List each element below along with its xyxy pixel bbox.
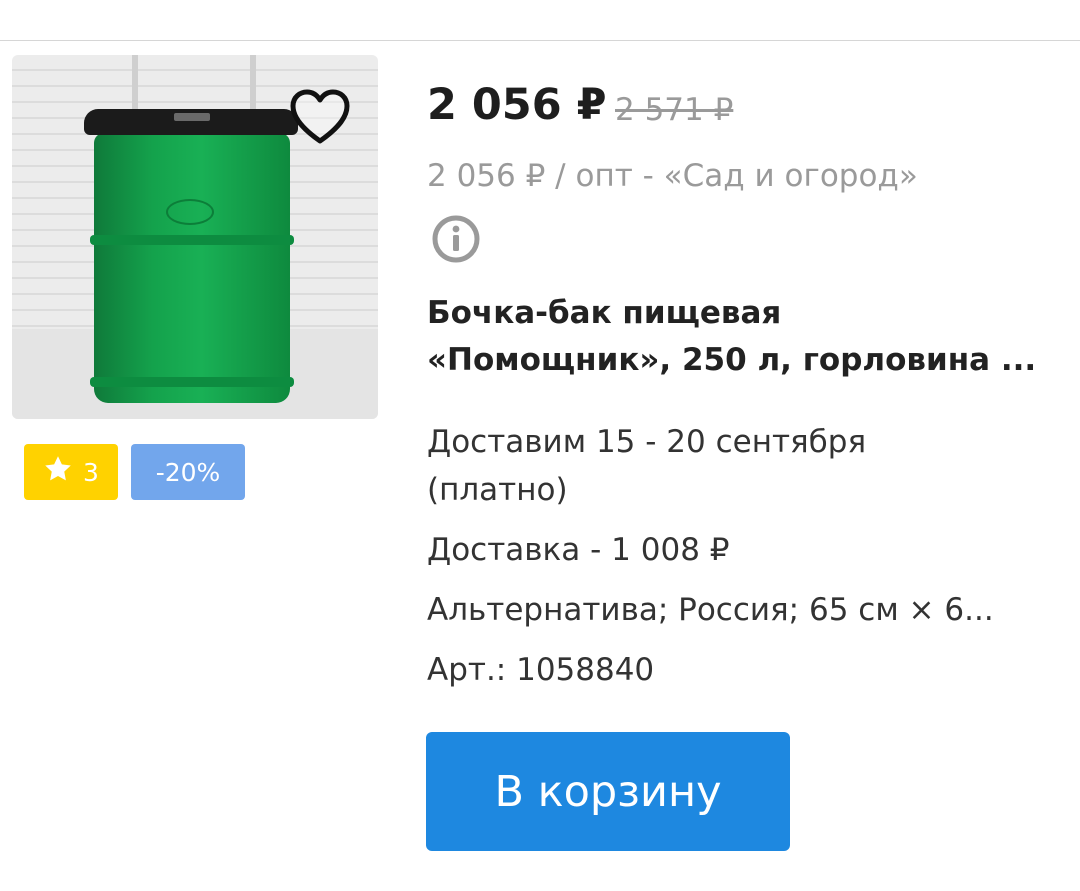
barrel-rib [90,235,294,245]
barrel-rib [90,377,294,387]
barrel-body [94,133,290,403]
top-divider [0,40,1080,41]
wholesale-price: 2 056 ₽ / опт - «Сад и огород» [427,158,918,194]
star-icon [43,454,73,490]
product-article: Арт.: 1058840 [427,652,655,688]
product-attributes: Альтернатива; Россия; 65 см × 6... [427,592,994,628]
discount-value: -20% [155,457,221,487]
product-title-line: Бочка-бак пищевая [427,295,782,331]
barrel-emblem [166,199,214,225]
barrel-illustration [84,109,306,403]
discount-badge: -20% [131,444,245,500]
old-price: 2 571 ₽ [615,92,734,128]
rating-badge: 3 [24,444,118,500]
product-title[interactable]: Бочка-бак пищевая «Помощник», 250 л, гор… [427,290,1047,384]
product-title-line: «Помощник», 250 л, горловина ... [427,342,1037,378]
info-icon[interactable] [431,214,481,264]
barrel-lid [84,109,298,135]
heart-icon[interactable] [288,86,352,148]
add-to-cart-button[interactable]: В корзину [426,732,790,851]
delivery-date: Доставим 15 - 20 сентября [427,424,867,460]
rating-value: 3 [83,457,99,487]
delivery-paid-note: (платно) [427,472,568,508]
delivery-cost: Доставка - 1 008 ₽ [427,532,730,568]
current-price: 2 056 ₽ [427,80,607,130]
